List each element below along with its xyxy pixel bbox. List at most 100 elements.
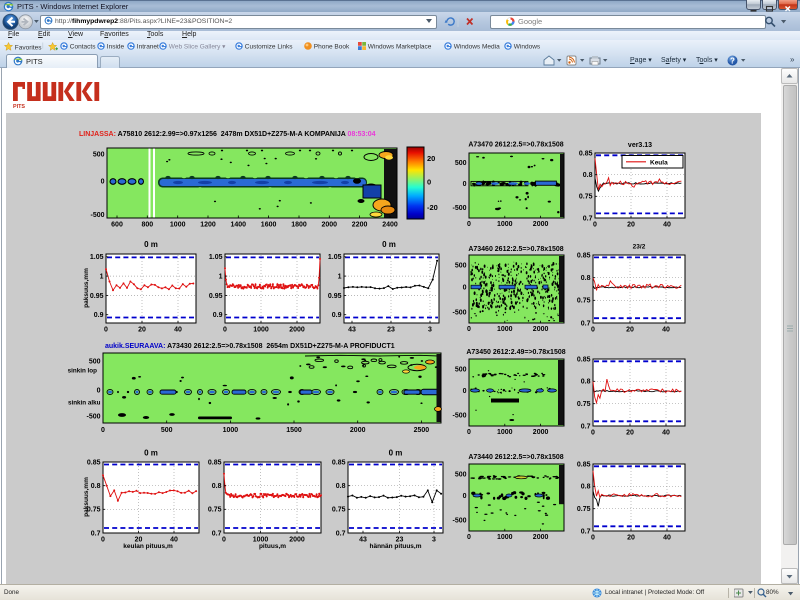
svg-text:0.8: 0.8 xyxy=(583,172,593,179)
svg-text:1.05: 1.05 xyxy=(90,254,104,261)
svg-text:23: 23 xyxy=(387,327,395,334)
svg-text:0.7: 0.7 xyxy=(581,528,591,535)
svg-text:paksuus,mm: paksuus,mm xyxy=(83,477,90,517)
svg-text:-500: -500 xyxy=(452,518,466,525)
svg-text:0.8: 0.8 xyxy=(581,484,591,491)
svg-text:2000: 2000 xyxy=(533,429,549,436)
svg-text:A73440 2612:2.5=>0.78x1508: A73440 2612:2.5=>0.78x1508 xyxy=(468,454,563,461)
svg-text:0.8: 0.8 xyxy=(91,483,101,490)
svg-text:20: 20 xyxy=(627,222,635,229)
svg-text:40: 40 xyxy=(662,327,670,334)
svg-text:0.7: 0.7 xyxy=(91,530,101,537)
svg-text:2500: 2500 xyxy=(414,427,430,434)
svg-text:0.75: 0.75 xyxy=(208,507,222,514)
svg-text:2400: 2400 xyxy=(382,222,398,229)
svg-text:0.95: 0.95 xyxy=(328,293,342,300)
svg-text:0.85: 0.85 xyxy=(87,459,101,466)
svg-text:0: 0 xyxy=(97,388,101,395)
svg-text:0: 0 xyxy=(223,327,227,334)
svg-text:0.75: 0.75 xyxy=(577,506,591,513)
svg-text:0.8: 0.8 xyxy=(336,483,346,490)
svg-text:0: 0 xyxy=(101,427,105,434)
svg-text:0: 0 xyxy=(222,537,226,544)
svg-text:0 m: 0 m xyxy=(389,449,403,458)
svg-text:0.85: 0.85 xyxy=(208,459,222,466)
svg-text:500: 500 xyxy=(455,160,467,167)
svg-text:1000: 1000 xyxy=(497,534,513,541)
svg-text:0: 0 xyxy=(104,327,108,334)
svg-text:1200: 1200 xyxy=(200,222,216,229)
svg-text:A73460 2612:2.5=>0.78x1508: A73460 2612:2.5=>0.78x1508 xyxy=(468,246,563,253)
svg-text:0: 0 xyxy=(591,535,595,542)
svg-text:paksuus,mm: paksuus,mm xyxy=(83,268,90,308)
svg-text:0.75: 0.75 xyxy=(577,401,591,408)
svg-text:0.9: 0.9 xyxy=(213,312,223,319)
svg-text:ver3.13: ver3.13 xyxy=(628,142,652,149)
svg-text:2000: 2000 xyxy=(322,222,338,229)
svg-text:0.7: 0.7 xyxy=(583,215,593,222)
svg-text:-500: -500 xyxy=(86,414,100,421)
svg-text:0.9: 0.9 xyxy=(94,312,104,319)
svg-text:0: 0 xyxy=(463,493,467,500)
svg-text:0: 0 xyxy=(593,222,597,229)
svg-text:0 m: 0 m xyxy=(144,449,158,458)
svg-text:aukik.SEURAAVA: A73430 2612:2.: aukik.SEURAAVA: A73430 2612:2.5=>0.78x15… xyxy=(105,343,395,350)
svg-text:-500: -500 xyxy=(452,205,466,212)
svg-text:1: 1 xyxy=(100,274,104,281)
svg-text:sinkin alku: sinkin alku xyxy=(68,400,101,407)
svg-text:2200: 2200 xyxy=(352,222,368,229)
svg-text:0.9: 0.9 xyxy=(332,312,342,319)
svg-text:23/2: 23/2 xyxy=(633,244,646,251)
svg-text:0: 0 xyxy=(467,221,471,228)
svg-text:0.7: 0.7 xyxy=(581,320,591,327)
svg-text:0: 0 xyxy=(467,326,471,333)
svg-text:-500: -500 xyxy=(90,212,104,219)
svg-text:500: 500 xyxy=(455,263,467,270)
svg-text:1600: 1600 xyxy=(261,222,277,229)
svg-text:1800: 1800 xyxy=(291,222,307,229)
svg-text:A73470 2612:2.5=>0.78x1508: A73470 2612:2.5=>0.78x1508 xyxy=(468,142,563,149)
svg-text:20: 20 xyxy=(427,154,435,163)
svg-text:0.8: 0.8 xyxy=(212,483,222,490)
svg-text:1: 1 xyxy=(338,274,342,281)
svg-text:0.85: 0.85 xyxy=(577,252,591,259)
svg-text:0 m: 0 m xyxy=(382,240,396,249)
svg-text:43: 43 xyxy=(359,537,367,544)
svg-text:0.95: 0.95 xyxy=(90,293,104,300)
svg-text:2000: 2000 xyxy=(289,327,305,334)
svg-text:A73450 2612:2.49=>0.78x1508: A73450 2612:2.49=>0.78x1508 xyxy=(466,349,565,356)
svg-text:0.75: 0.75 xyxy=(577,298,591,305)
svg-text:0.75: 0.75 xyxy=(579,194,593,201)
svg-text:2000: 2000 xyxy=(289,537,305,544)
svg-text:1000: 1000 xyxy=(497,429,513,436)
svg-text:1.05: 1.05 xyxy=(209,254,223,261)
svg-text:?: ? xyxy=(730,57,735,66)
svg-text:0.7: 0.7 xyxy=(581,423,591,430)
svg-text:0.85: 0.85 xyxy=(577,356,591,363)
svg-text:-500: -500 xyxy=(452,413,466,420)
svg-text:0: 0 xyxy=(591,327,595,334)
svg-text:500: 500 xyxy=(161,427,173,434)
svg-text:1000: 1000 xyxy=(497,221,513,228)
svg-text:1000: 1000 xyxy=(497,326,513,333)
svg-text:20: 20 xyxy=(627,535,635,542)
svg-text:500: 500 xyxy=(93,151,105,158)
svg-text:0: 0 xyxy=(101,537,105,544)
svg-text:500: 500 xyxy=(89,359,101,366)
svg-text:LINJASSA: A75810 2612:2.99=>0.: LINJASSA: A75810 2612:2.99=>0.97x1256 24… xyxy=(79,131,376,138)
svg-text:-20: -20 xyxy=(427,203,438,212)
svg-text:pituus,m: pituus,m xyxy=(259,543,286,550)
svg-text:3: 3 xyxy=(432,537,436,544)
svg-text:0.7: 0.7 xyxy=(212,530,222,537)
svg-text:0.7: 0.7 xyxy=(336,530,346,537)
svg-text:0: 0 xyxy=(463,181,467,188)
svg-text:1400: 1400 xyxy=(231,222,247,229)
svg-text:40: 40 xyxy=(663,535,671,542)
svg-text:1000: 1000 xyxy=(170,222,186,229)
svg-text:0.85: 0.85 xyxy=(579,150,593,157)
svg-text:0: 0 xyxy=(427,178,431,187)
svg-text:1500: 1500 xyxy=(286,427,302,434)
svg-text:1: 1 xyxy=(219,274,223,281)
svg-text:43: 43 xyxy=(348,327,356,334)
svg-text:0: 0 xyxy=(101,179,105,186)
